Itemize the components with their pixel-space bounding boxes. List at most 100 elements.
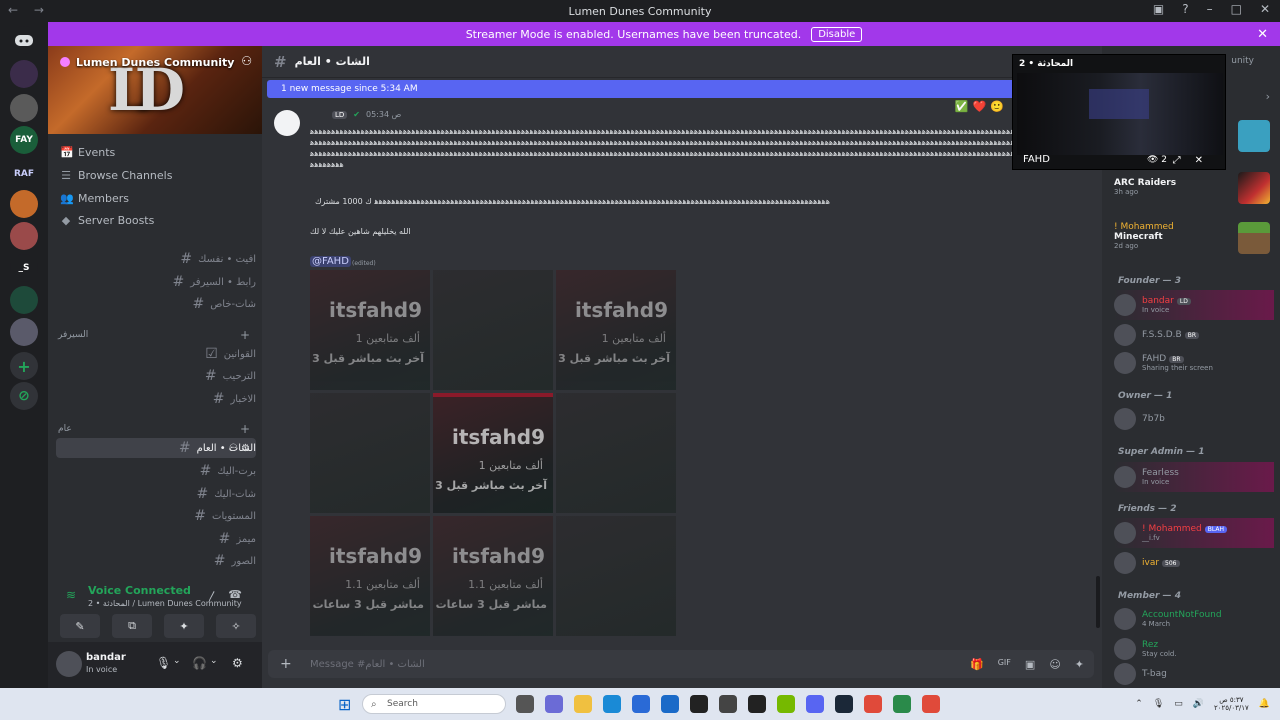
inbox-icon[interactable]: ▣: [1153, 2, 1164, 16]
notification-icon[interactable]: 🔔: [1259, 699, 1270, 709]
discord-icon[interactable]: [806, 695, 824, 713]
menu-members[interactable]: 👥 Members: [60, 192, 129, 205]
attach-icon[interactable]: +: [280, 656, 292, 672]
sticker-icon[interactable]: ▣: [1025, 658, 1035, 671]
image-tile[interactable]: [433, 270, 553, 390]
taskbar-search[interactable]: ⌕ Search: [362, 694, 506, 714]
server-icon-3[interactable]: FAY: [10, 126, 38, 154]
nav-arrows[interactable]: ← →: [8, 3, 50, 17]
gift-icon[interactable]: 🎁: [970, 658, 984, 671]
channel-item[interactable]: # ميمز: [56, 529, 256, 549]
voice-channel-sub[interactable]: 2 • المحادثة / Lumen Dunes Community: [88, 599, 242, 608]
task-view-icon[interactable]: [516, 695, 534, 713]
member-item[interactable]: ! Mohammed BLAH __i.fv: [1114, 518, 1274, 548]
server-icon-1[interactable]: [10, 60, 38, 88]
server-icon-5[interactable]: [10, 222, 38, 250]
image-tile[interactable]: itsfahd9 ألف متابعين 1 آخر بث مباشر قبل 3 …: [433, 393, 553, 513]
soundboard-button[interactable]: ✧: [216, 614, 256, 638]
windows-start-icon[interactable]: ⊞: [338, 695, 351, 714]
scrollbar[interactable]: [1096, 576, 1100, 628]
terminal-icon[interactable]: [748, 695, 766, 713]
outlook-icon[interactable]: [661, 695, 679, 713]
server-icon-8[interactable]: [10, 318, 38, 346]
image-tile[interactable]: [310, 393, 430, 513]
noise-suppression-icon[interactable]: 〳: [207, 588, 218, 604]
image-tile[interactable]: itsfahd9 1.1 ألف متابعين مباشر قبل 3 ساعات: [433, 516, 553, 636]
chevron-down-icon[interactable]: ⌄: [173, 656, 181, 666]
emoji-icon[interactable]: ☺: [1049, 658, 1060, 671]
server-icon-6[interactable]: _S: [10, 254, 38, 282]
chevron-right-icon[interactable]: ›: [1266, 90, 1270, 103]
activity-button[interactable]: ✦: [164, 614, 204, 638]
close-button[interactable]: ✕: [1260, 2, 1270, 16]
activity-card[interactable]: ARC Raiders 3h ago: [1114, 178, 1176, 196]
member-item[interactable]: bandar LD In voice: [1114, 290, 1274, 320]
apps-icon[interactable]: ✦: [1075, 658, 1084, 671]
headphones-icon[interactable]: 🎧: [192, 656, 207, 670]
server-header[interactable]: LD Lumen Dunes Community ⚇: [48, 46, 262, 134]
gear-icon[interactable]: ⚙: [232, 656, 243, 670]
discord-home-icon[interactable]: [10, 26, 38, 54]
steam-icon[interactable]: [835, 695, 853, 713]
avatar[interactable]: [56, 651, 82, 677]
edge-icon[interactable]: [603, 695, 621, 713]
member-item[interactable]: AccountNotFound 4 March: [1114, 604, 1274, 634]
channel-item[interactable]: # الترحيب: [56, 366, 256, 386]
user-name[interactable]: bandar: [86, 652, 126, 663]
add-server-icon[interactable]: +: [10, 352, 38, 380]
image-tile[interactable]: [556, 393, 676, 513]
volume-icon[interactable]: 🔊: [1193, 699, 1204, 709]
chevron-up-icon[interactable]: ⌃: [1135, 699, 1143, 709]
screen-share-popout[interactable]: المحادثة • 2 FAHD 👁 2 ⤢✕: [1012, 54, 1226, 170]
server-icon-lumen[interactable]: [10, 190, 38, 218]
channel-item[interactable]: # شات-اليك: [56, 484, 256, 504]
new-messages-bar[interactable]: 1 new message since 5:34 AM: [267, 80, 1095, 98]
image-tile[interactable]: [556, 516, 676, 636]
app-icon[interactable]: [893, 695, 911, 713]
banner-close-icon[interactable]: ✕: [1257, 27, 1268, 42]
app-icon[interactable]: [719, 695, 737, 713]
channel-item[interactable]: ☑ القوانين: [56, 344, 256, 364]
copilot-icon[interactable]: [545, 695, 563, 713]
screen-share-button[interactable]: ⧉: [112, 614, 152, 638]
member-item[interactable]: F.S.S.D.B BR: [1114, 320, 1274, 350]
clock[interactable]: ٥:٣٧ ص ٢٠٢٥/٠٣/١٧: [1214, 696, 1249, 712]
camera-button[interactable]: ✎: [60, 614, 100, 638]
disconnect-icon[interactable]: ☎: [228, 588, 242, 601]
server-icon-4[interactable]: RAF: [10, 160, 38, 188]
invite-icon[interactable]: ⚇: [241, 54, 252, 68]
minimize-button[interactable]: –: [1207, 2, 1213, 16]
message-input[interactable]: Message #الشات • العام: [310, 659, 425, 670]
channel-item[interactable]: # الاخبار: [56, 389, 256, 409]
server-name[interactable]: Lumen Dunes Community: [76, 56, 234, 69]
add-channel-icon[interactable]: +: [240, 422, 250, 436]
add-channel-icon[interactable]: +: [240, 328, 250, 342]
file-explorer-icon[interactable]: [574, 695, 592, 713]
menu-browse-channels[interactable]: ☰ Browse Channels: [60, 169, 172, 182]
channel-item-active[interactable]: # الشات • العام ⚇ ⚙: [56, 438, 256, 458]
menu-server-boosts[interactable]: ◆ Server Boosts: [60, 214, 155, 227]
signal-icon[interactable]: ≋: [66, 588, 76, 602]
image-tile[interactable]: itsfahd9 ألف متابعين 1 آخر بث مباشر قبل 3 …: [310, 270, 430, 390]
gif-icon[interactable]: GIF: [998, 658, 1011, 671]
channel-item[interactable]: # الصور: [56, 551, 256, 571]
activity-card[interactable]: ! Mohammed Minecraft 2d ago: [1114, 222, 1174, 250]
chevron-down-icon[interactable]: ⌄: [210, 656, 218, 666]
member-item[interactable]: Fearless In voice: [1114, 462, 1274, 492]
channel-settings-icon[interactable]: ⚇ ⚙: [229, 443, 250, 454]
help-icon[interactable]: ?: [1182, 2, 1188, 16]
avatar[interactable]: [274, 110, 300, 136]
channel-item[interactable]: # افيت • نفسك: [56, 249, 256, 269]
image-tile[interactable]: itsfahd9 1.1 ألف متابعين مباشر قبل 3 ساعات: [310, 516, 430, 636]
server-icon-7[interactable]: [10, 286, 38, 314]
nvidia-icon[interactable]: [777, 695, 795, 713]
store-icon[interactable]: [632, 695, 650, 713]
microphone-icon[interactable]: 🎙: [156, 656, 171, 670]
heart-icon[interactable]: ❤️: [973, 100, 987, 113]
channel-item[interactable]: # برت-اليك: [56, 461, 256, 481]
mention[interactable]: @FAHD: [310, 256, 351, 267]
app-icon[interactable]: [690, 695, 708, 713]
network-icon[interactable]: ▭: [1174, 699, 1183, 709]
channel-item[interactable]: # شات-خاص: [56, 294, 256, 314]
member-item[interactable]: 7b7b: [1114, 404, 1274, 434]
